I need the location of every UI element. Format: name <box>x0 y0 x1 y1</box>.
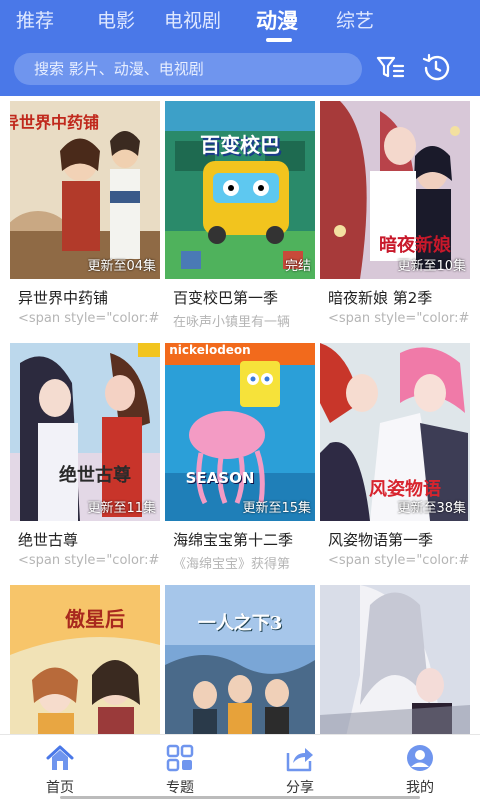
episode-status-badge: 完结 <box>284 259 311 274</box>
anime-card[interactable]: 百变校巴 完结 百变校巴第一季 在咏声小镇里有一辆 <box>165 101 315 337</box>
nav-label: 专题 <box>166 780 194 796</box>
app-root: 推荐 电影 电视剧 动漫 综艺 搜索 影片、动漫、电视剧 异世界中药铺 更新至0… <box>0 0 480 800</box>
nav-label: 我的 <box>406 780 434 796</box>
card-description: <span style="color:# <box>18 311 160 326</box>
history-icon[interactable] <box>420 52 452 84</box>
poster-image: 绝世古尊 更新至11集 <box>10 343 160 521</box>
anime-card[interactable]: 异世界中药铺 更新至04集 异世界中药铺 <span style="color:… <box>10 101 160 337</box>
poster-image: 傲星后 <box>10 585 160 734</box>
card-description: <span style="color:# <box>328 553 470 568</box>
anime-card[interactable]: 一人之下3 <box>165 585 315 734</box>
cover-title-text: 风姿物语 <box>369 479 441 500</box>
nav-label: 分享 <box>286 780 314 796</box>
filter-icon[interactable] <box>374 52 406 84</box>
home-indicator <box>60 796 420 799</box>
poster-image: 暗夜新娘 更新至10集 <box>320 101 470 279</box>
cover-title-text: nickelodeon <box>169 343 251 357</box>
nav-label: 首页 <box>46 780 74 796</box>
active-tab-indicator <box>266 38 292 42</box>
card-title: 绝世古尊 <box>18 531 79 549</box>
card-title: 百变校巴第一季 <box>173 289 279 307</box>
episode-status-badge: 更新至38集 <box>397 501 466 516</box>
anime-card[interactable]: 傲星后 <box>10 585 160 734</box>
episode-status-badge: 更新至15集 <box>242 501 311 516</box>
poster-image <box>320 585 470 734</box>
tab-movies[interactable]: 电影 <box>97 6 135 36</box>
nav-home[interactable]: 首页 <box>0 735 120 800</box>
header: 推荐 电影 电视剧 动漫 综艺 搜索 影片、动漫、电视剧 <box>0 0 480 96</box>
card-description: <span style="color:# <box>18 553 160 568</box>
grid-icon <box>165 743 195 773</box>
search-placeholder: 搜索 影片、动漫、电视剧 <box>34 60 204 78</box>
episode-status-badge: 更新至10集 <box>397 259 466 274</box>
cover-season-text: SEASON <box>185 469 255 487</box>
anime-card[interactable]: nickelodeon SEASON 更新至15集 海绵宝宝第十二季 《海绵宝宝… <box>165 343 315 579</box>
tab-variety[interactable]: 综艺 <box>336 6 374 36</box>
card-description: 在咏声小镇里有一辆 <box>173 315 291 330</box>
share-icon <box>285 743 315 773</box>
episode-status-badge: 更新至04集 <box>87 259 156 274</box>
nav-share[interactable]: 分享 <box>240 735 360 800</box>
card-title: 海绵宝宝第十二季 <box>173 531 294 549</box>
card-description: 《海绵宝宝》获得第 <box>173 557 291 572</box>
cover-title-text: 异世界中药铺 <box>10 113 99 132</box>
anime-card[interactable]: 风姿物语 更新至38集 风姿物语第一季 <span style="color:# <box>320 343 470 579</box>
cover-title-text: 百变校巴 <box>200 133 280 157</box>
poster-image: 一人之下3 <box>165 585 315 734</box>
profile-icon <box>405 743 435 773</box>
poster-image: 风姿物语 更新至38集 <box>320 343 470 521</box>
search-input[interactable]: 搜索 影片、动漫、电视剧 <box>14 53 362 85</box>
nav-profile[interactable]: 我的 <box>360 735 480 800</box>
anime-card[interactable] <box>320 585 470 734</box>
cover-title-text: 暗夜新娘 <box>379 235 451 256</box>
episode-status-badge: 更新至11集 <box>87 501 156 516</box>
tab-anime[interactable]: 动漫 <box>256 6 298 36</box>
cover-title-text: 绝世古尊 <box>59 465 131 486</box>
card-description: <span style="color:# <box>328 311 470 326</box>
category-tabs: 推荐 电影 电视剧 动漫 综艺 <box>0 0 480 44</box>
nav-topics[interactable]: 专题 <box>120 735 240 800</box>
poster-image: 百变校巴 完结 <box>165 101 315 279</box>
card-title: 暗夜新娘 第2季 <box>328 289 433 307</box>
poster-image: nickelodeon SEASON 更新至15集 <box>165 343 315 521</box>
tab-recommend[interactable]: 推荐 <box>16 6 54 36</box>
anime-card[interactable]: 绝世古尊 更新至11集 绝世古尊 <span style="color:# <box>10 343 160 579</box>
tab-tv-series[interactable]: 电视剧 <box>164 6 221 36</box>
cover-title-text: 一人之下3 <box>197 613 283 634</box>
bottom-navigation: 首页 专题 分享 我的 <box>0 734 480 800</box>
card-title: 异世界中药铺 <box>18 289 109 307</box>
content-grid: 异世界中药铺 更新至04集 异世界中药铺 <span style="color:… <box>0 96 480 734</box>
anime-card[interactable]: 暗夜新娘 更新至10集 暗夜新娘 第2季 <span style="color:… <box>320 101 470 337</box>
home-icon <box>45 743 75 773</box>
card-title: 风姿物语第一季 <box>328 531 434 549</box>
poster-image: 异世界中药铺 更新至04集 <box>10 101 160 279</box>
cover-title-text: 傲星后 <box>65 607 125 631</box>
